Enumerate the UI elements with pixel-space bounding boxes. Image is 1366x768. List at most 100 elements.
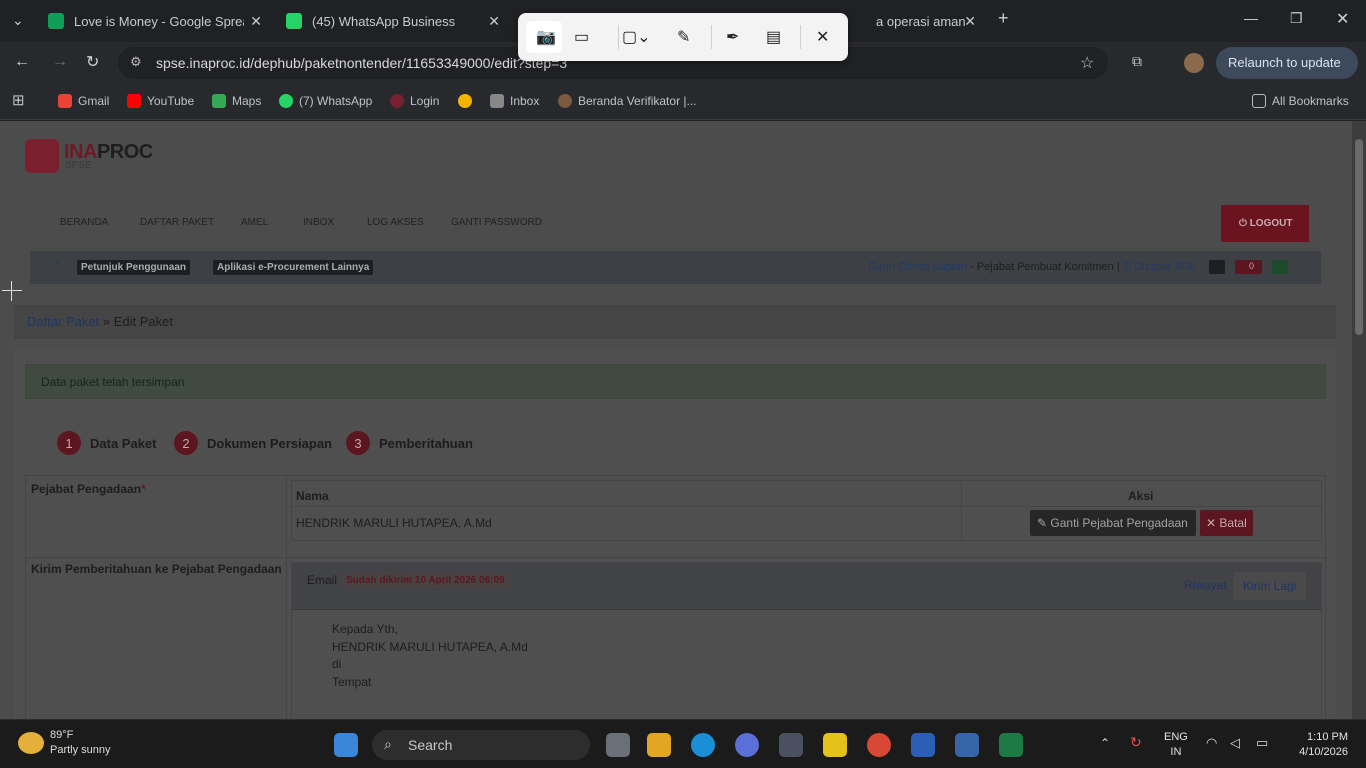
email-label: Email [307, 573, 338, 587]
task-view-icon[interactable] [606, 733, 630, 757]
weather-widget[interactable]: 89°F Partly sunny [50, 728, 111, 758]
beranda-icon [558, 94, 572, 108]
step-2[interactable]: 2 Dokumen Persiapan [174, 431, 332, 455]
update-icon[interactable]: ↻ [1130, 734, 1142, 751]
battery-icon[interactable]: ▭ [1256, 735, 1268, 751]
new-tab-icon[interactable]: + [998, 8, 1009, 29]
close-tab-icon[interactable]: ✕ [250, 13, 262, 30]
nav-ganti-password[interactable]: GANTI PASSWORD [451, 217, 542, 228]
back-icon[interactable]: ← [14, 53, 30, 71]
col-aksi: Aksi [1128, 489, 1154, 503]
nav-daftar-paket[interactable]: DAFTAR PAKET [140, 217, 214, 228]
home-icon[interactable] [1272, 260, 1288, 274]
bookmark-inbox[interactable]: Inbox [490, 94, 539, 108]
user-info: Garin Christi Saputri - Pejabat Pembuat … [868, 261, 1194, 274]
bookmark-whatsapp[interactable]: (7) WhatsApp [279, 94, 372, 108]
bookmark-youtube[interactable]: YouTube [127, 94, 194, 108]
word-icon[interactable] [911, 733, 935, 757]
video-icon[interactable]: ▭ [574, 27, 589, 47]
sticky-notes-icon[interactable] [823, 733, 847, 757]
other-apps-badge[interactable]: Aplikasi e-Procurement Lainnya [213, 260, 374, 275]
nav-beranda[interactable]: BERANDA [60, 217, 108, 228]
nav-log-akses[interactable]: LOG AKSES [367, 217, 424, 228]
nav-amel[interactable]: AMEL [241, 217, 268, 228]
logout-button[interactable]: ⏻ LOGOUT [1221, 205, 1309, 242]
collapse-chevron-icon[interactable]: ⌃ [54, 259, 63, 272]
manual-badge[interactable]: Petunjuk Penggunaan [77, 260, 191, 275]
volume-icon[interactable]: ◁ [1230, 735, 1240, 751]
breadcrumb: Daftar Paket » Edit Paket [14, 305, 1336, 339]
envelope-icon[interactable] [1209, 260, 1225, 274]
site-info-icon[interactable]: ⚙ [130, 54, 142, 70]
tray-chevron-icon[interactable]: ⌃ [1100, 736, 1110, 750]
camera-app-icon[interactable] [779, 733, 803, 757]
extensions-icon[interactable]: ⧉ [1132, 53, 1142, 70]
url-text: spse.inaproc.id/dephub/paketnontender/11… [156, 55, 568, 71]
sent-badge: Sudah dikirim 10 April 2026 06:09 [342, 573, 509, 588]
step-3[interactable]: 3 Pemberitahuan [346, 431, 473, 455]
mail-count-badge[interactable]: 0 [1235, 260, 1262, 274]
logo-subtitle: SPSE [65, 160, 92, 171]
close-window-icon[interactable]: ✕ [1336, 9, 1349, 29]
close-tab-icon[interactable]: ✕ [488, 13, 500, 30]
pejabat-form: Pejabat Pengadaan* Nama Aksi HENDRIK MAR… [25, 475, 1327, 719]
clock[interactable]: 1:10 PM 4/10/2026 [1294, 730, 1348, 760]
page-scrollbar[interactable] [1352, 121, 1366, 719]
forward-icon[interactable]: → [52, 53, 68, 71]
excel-icon[interactable] [999, 733, 1023, 757]
email-body: Kepada Yth, HENDRIK MARULI HUTAPEA, A.Md… [332, 622, 528, 689]
bookmark-maps[interactable]: Maps [212, 94, 261, 108]
all-bookmarks[interactable]: All Bookmarks [1252, 94, 1349, 108]
bookmark-login[interactable]: Login [390, 94, 439, 108]
bookmark-gmail[interactable]: Gmail [58, 94, 109, 108]
close-tab-icon[interactable]: ✕ [964, 13, 976, 30]
relaunch-button[interactable]: Relaunch to update [1216, 47, 1358, 79]
restore-icon[interactable]: ❐ [1290, 10, 1303, 27]
close-icon[interactable]: ✕ [816, 27, 829, 47]
minimize-icon[interactable]: — [1244, 10, 1258, 26]
tab-spreadsheet[interactable]: Love is Money - Google Spreadsheets ✕ [38, 6, 270, 36]
edit-image-icon[interactable]: ✎ [677, 27, 690, 47]
disable-2fa-link[interactable]: ⚿ Disable 2FA [1123, 261, 1194, 273]
history-link[interactable]: Riwayat [1184, 578, 1227, 592]
col-nama: Nama [296, 489, 329, 503]
bookmark-star-icon[interactable]: ☆ [1080, 53, 1094, 73]
snipping-toolbar: 📷 ▭ ▢⌄ ✎ ✒ ▤ ✕ [518, 13, 848, 61]
file-explorer-icon[interactable] [647, 733, 671, 757]
wifi-icon[interactable]: ◠ [1206, 735, 1217, 751]
bookmark-beranda[interactable]: Beranda Verifikator |... [558, 94, 697, 108]
whatsapp-icon [279, 94, 293, 108]
apps-grid-icon[interactable]: ⊞ [12, 91, 25, 109]
nav-inbox[interactable]: INBOX [303, 217, 334, 228]
scroll-thumb[interactable] [1355, 139, 1363, 335]
tab-search-icon[interactable]: ⌄ [12, 12, 24, 29]
language-indicator[interactable]: ENG IN [1164, 730, 1188, 760]
breadcrumb-current: Edit Paket [113, 314, 174, 329]
windows-start-icon[interactable] [334, 733, 358, 757]
pen-icon[interactable]: ✒ [726, 27, 739, 47]
change-pejabat-button[interactable]: ✎ Ganti Pejabat Pengadaan [1030, 510, 1196, 536]
edge-icon[interactable] [691, 733, 715, 757]
bookmark-photos[interactable] [458, 94, 478, 108]
resend-button[interactable]: Kirim Lagi [1233, 572, 1306, 600]
email-panel: Email Sudah dikirim 10 April 2026 06:09 … [291, 562, 1322, 719]
photos-icon [458, 94, 472, 108]
rectangle-mode-icon[interactable]: ▢⌄ [622, 27, 651, 47]
profile-avatar[interactable] [1184, 53, 1204, 73]
chrome-icon[interactable] [867, 733, 891, 757]
maps-icon [212, 94, 226, 108]
breadcrumb-daftar-paket[interactable]: Daftar Paket [27, 314, 99, 329]
camera-icon[interactable]: 📷 [536, 27, 556, 47]
weather-sun-icon[interactable] [18, 732, 44, 754]
sheets-icon [48, 13, 64, 29]
app-icon[interactable] [735, 733, 759, 757]
taskbar-search[interactable]: ⌕ Search [372, 730, 590, 760]
cancel-button[interactable]: ✕ Batal [1200, 510, 1253, 536]
calculator-icon[interactable] [955, 733, 979, 757]
reload-icon[interactable]: ↻ [86, 52, 99, 72]
user-name[interactable]: Garin Christi Saputri [868, 261, 967, 273]
step-1[interactable]: 1 Data Paket [57, 431, 156, 455]
text-extract-icon[interactable]: ▤ [766, 27, 781, 47]
bookmarks-bar: ⊞ Gmail YouTube Maps (7) WhatsApp Login … [0, 84, 1366, 120]
tab-whatsapp[interactable]: (45) WhatsApp Business ✕ [276, 6, 508, 36]
